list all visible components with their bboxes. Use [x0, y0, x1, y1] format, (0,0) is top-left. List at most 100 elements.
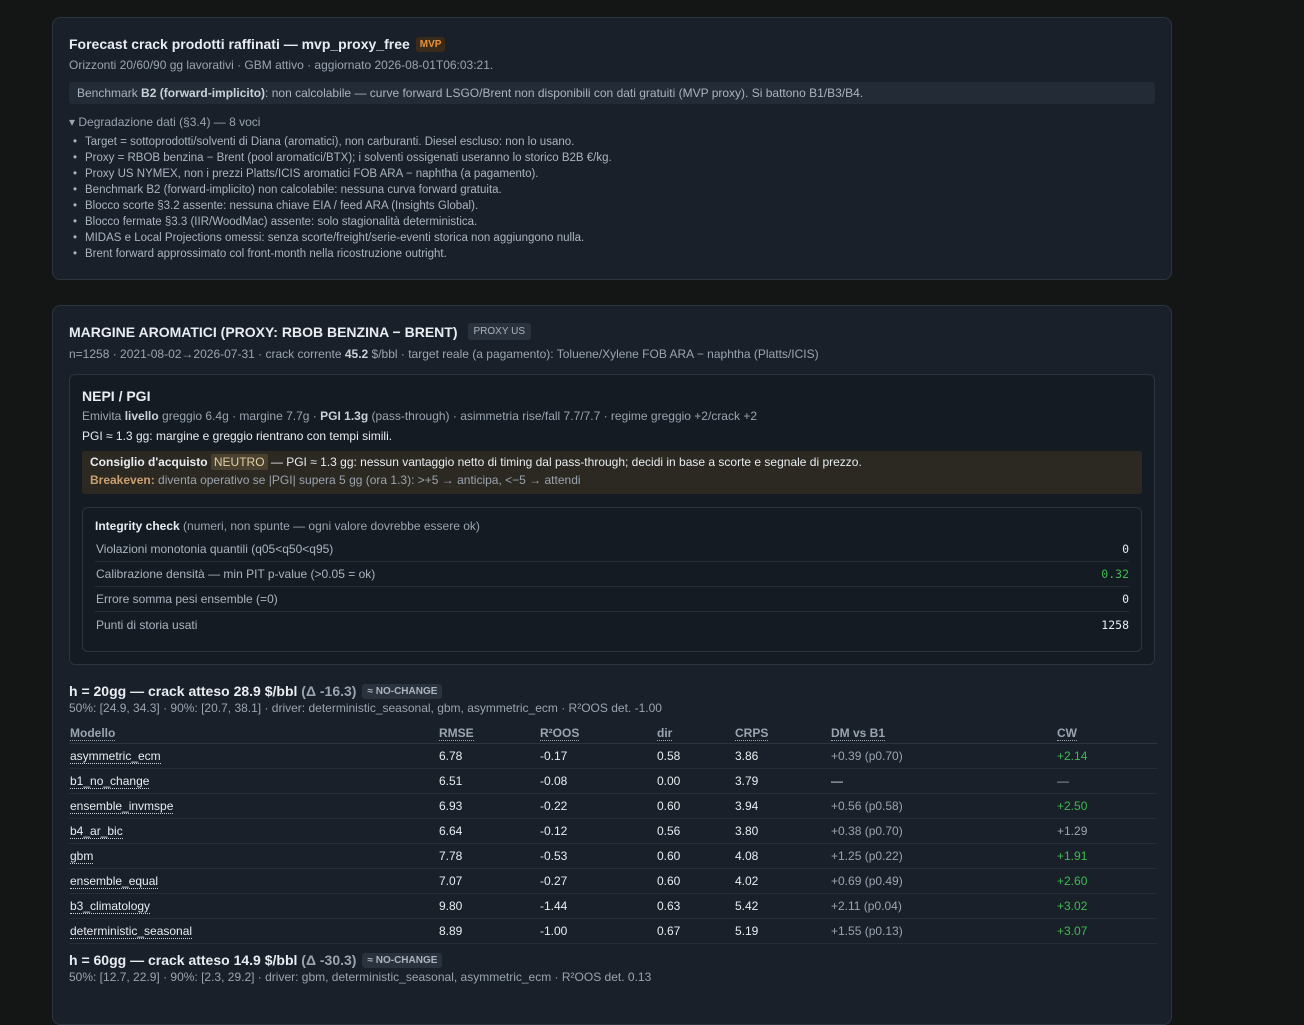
horizon-60-title: h = 60gg — crack atteso 14.9 $/bbl (Δ -3…	[69, 952, 356, 968]
horizon-20-subtitle: 50%: [24.9, 34.3] · 90%: [20.7, 38.1] · …	[69, 701, 662, 715]
column-header[interactable]: Modello	[69, 721, 438, 744]
no-change-badge: ≈ NO-CHANGE	[362, 952, 443, 968]
horizon-20-heading: h = 20gg — crack atteso 28.9 $/bbl (Δ -1…	[69, 683, 1155, 699]
integrity-title-bold: Integrity check	[95, 519, 180, 533]
h20-head-a: h = 20gg — crack atteso	[69, 683, 234, 699]
integrity-subtitle: (numeri, non spunte — ogni valore dovreb…	[179, 519, 480, 533]
model-name[interactable]: b1_no_change	[69, 768, 438, 794]
cw-cell: +2.50	[1056, 793, 1157, 819]
crps-cell: 5.19	[734, 918, 830, 944]
integrity-label: Calibrazione densità — min PIT p-value (…	[96, 567, 376, 581]
table-row: ensemble_invmspe 6.93 -0.22 0.60 3.94 +0.56 (…	[69, 793, 1157, 819]
nepi-sub-a: Emivita	[82, 409, 125, 423]
column-header[interactable]: CW	[1056, 721, 1157, 744]
column-header-label: DM vs B1	[831, 726, 886, 741]
cw-cell: —	[1056, 768, 1157, 794]
rmse-cell: 7.78	[438, 843, 539, 869]
cw-cell: +2.14	[1056, 743, 1157, 769]
integrity-label: Errore somma pesi ensemble (=0)	[96, 592, 278, 606]
table-header-row: Modello RMSE R²OOS dir CRPS DM vs B1 CW	[69, 721, 1157, 744]
model-name[interactable]: asymmetric_ecm	[69, 743, 438, 769]
page-title: Forecast crack prodotti raffinati — mvp_…	[69, 36, 1155, 52]
h20-head-b: 28.9	[233, 683, 261, 699]
breakeven-label: Breakeven:	[90, 473, 155, 487]
h60-head-a: h = 60gg — crack atteso	[69, 952, 234, 968]
model-table: Modello RMSE R²OOS dir CRPS DM vs B1 CW asymme…	[69, 721, 1157, 944]
model-name-label: gbm	[70, 849, 94, 864]
list-item: Target = sottoprodotti/solventi di Diana…	[73, 134, 1155, 150]
horizon-60-subtitle: 50%: [12.7, 22.9] · 90%: [2.3, 29.2] · d…	[69, 970, 652, 984]
section-title-text: MARGINE AROMATICI (PROXY: RBOB BENZINA −…	[69, 323, 458, 340]
table-row: b1_no_change 6.51 -0.08 0.00 3.79— —	[69, 768, 1157, 794]
model-name-label: asymmetric_ecm	[70, 749, 161, 764]
crps-cell: 3.86	[734, 743, 830, 769]
list-item: Benchmark B2 (forward-implicito) non cal…	[73, 182, 1155, 198]
dir-cell: 0.56	[656, 818, 734, 844]
crps-cell: 4.08	[734, 843, 830, 869]
degradation-toggle[interactable]: ▾ Degradazione dati (§3.4) — 8 voci	[69, 115, 1155, 129]
list-item: Brent forward approssimato col front-mon…	[73, 246, 1155, 262]
model-name-label: b1_no_change	[70, 774, 150, 789]
dir-cell: 0.67	[656, 918, 734, 944]
model-name[interactable]: b4_ar_bic	[69, 818, 438, 844]
column-header[interactable]: DM vs B1	[830, 721, 1056, 744]
column-header[interactable]: CRPS	[734, 721, 830, 744]
r2oos-cell: -0.27	[539, 868, 656, 894]
column-header-label: R²OOS	[540, 726, 580, 741]
column-header-label: RMSE	[439, 726, 474, 741]
table-row: gbm 7.78 -0.53 0.60 4.08 +1.25 (p0.22) +1.91	[69, 843, 1157, 869]
breakeven-text: diventa operativo se |PGI| supera 5 gg (…	[154, 473, 581, 487]
r2oos-cell: -1.00	[539, 918, 656, 944]
model-name-label: deterministic_seasonal	[70, 924, 193, 939]
dm-cell: —	[830, 768, 1056, 794]
r2oos-cell: -0.12	[539, 818, 656, 844]
cw-cell: +2.60	[1056, 868, 1157, 894]
column-header[interactable]: RMSE	[438, 721, 539, 744]
table-row: asymmetric_ecm 6.78 -0.17 0.58 3.86 +0.39 (p0…	[69, 743, 1157, 769]
cw-cell: +1.91	[1056, 843, 1157, 869]
model-name[interactable]: deterministic_seasonal	[69, 918, 438, 944]
nepi-pgi-card: NEPI / PGI Emivita livello greggio 6.4g …	[69, 374, 1155, 665]
column-header[interactable]: R²OOS	[539, 721, 656, 744]
nepi-sub-e: (pass-through) · asimmetria rise/fall 7.…	[368, 409, 758, 423]
integrity-row: Punti di storia usati 1258	[95, 612, 1129, 637]
column-header[interactable]: dir	[656, 721, 734, 744]
model-name-label: ensemble_equal	[70, 874, 159, 889]
list-item: Proxy = RBOB benzina − Brent (pool aroma…	[73, 150, 1155, 166]
section-sub-post: $/bbl · target reale (a pagamento): Tolu…	[368, 347, 819, 361]
model-name[interactable]: ensemble_invmspe	[69, 793, 438, 819]
r2oos-cell: -0.22	[539, 793, 656, 819]
list-item: Blocco scorte §3.2 assente: nessuna chia…	[73, 198, 1155, 214]
crps-cell: 3.79	[734, 768, 830, 794]
rmse-cell: 6.93	[438, 793, 539, 819]
page-title-text: Forecast crack prodotti raffinati — mvp_…	[69, 36, 410, 52]
h60-delta: (Δ -30.3)	[301, 952, 357, 968]
dm-cell: +0.39 (p0.70)	[830, 743, 1056, 769]
model-name[interactable]: b3_climatology	[69, 893, 438, 919]
model-name[interactable]: gbm	[69, 843, 438, 869]
nepi-title: NEPI / PGI	[82, 388, 151, 404]
benchmark-note-prefix: Benchmark	[77, 86, 142, 100]
rmse-cell: 8.89	[438, 918, 539, 944]
table-row: ensemble_equal 7.07 -0.27 0.60 4.02 +0.69 (p0…	[69, 868, 1157, 894]
h20-delta: (Δ -16.3)	[301, 683, 357, 699]
h60-head-c: $/bbl	[260, 952, 302, 968]
integrity-value: 1258	[1101, 617, 1129, 632]
list-item: MIDAS e Local Projections omessi: senza …	[73, 230, 1155, 246]
no-change-badge: ≈ NO-CHANGE	[362, 683, 443, 699]
dm-cell: +0.56 (p0.58)	[830, 793, 1056, 819]
section-sub-bold: 45.2	[344, 347, 369, 361]
benchmark-note-rest: : non calcolabile — curve forward LSGO/B…	[265, 86, 864, 100]
column-header-label: Modello	[70, 726, 116, 741]
model-name[interactable]: ensemble_equal	[69, 868, 438, 894]
integrity-label: Punti di storia usati	[96, 617, 198, 632]
purchase-advice: Consiglio d'acquisto NEUTRO — PGI ≈ 1.3 …	[82, 451, 1142, 494]
model-name-label: b3_climatology	[70, 899, 151, 914]
crps-cell: 3.94	[734, 793, 830, 819]
proxy-badge: PROXY US	[467, 323, 531, 340]
h20-head-c: $/bbl	[260, 683, 302, 699]
rmse-cell: 6.78	[438, 743, 539, 769]
integrity-row: Violazioni monotonia quantili (q05<q50<q…	[95, 537, 1129, 562]
integrity-value: 0	[1122, 542, 1129, 556]
dir-cell: 0.63	[656, 893, 734, 919]
